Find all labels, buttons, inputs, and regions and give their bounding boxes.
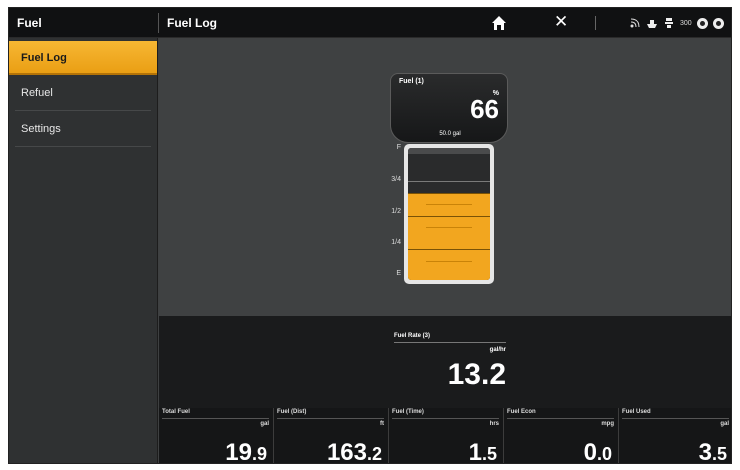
fuel-ridge [426, 260, 472, 262]
fuel-rate-panel: Fuel Rate (3) gal/hr 13.2 [159, 316, 731, 408]
fuel-rate-readout[interactable]: Fuel Rate (3) gal/hr 13.2 [394, 333, 506, 399]
gps-icon[interactable] [629, 17, 641, 29]
cell-total-fuel[interactable]: Total Fuel gal 19.9 [159, 408, 273, 464]
value-decimal: .5 [711, 444, 727, 464]
network-icon[interactable] [696, 17, 708, 29]
sidebar-item-fuel-log[interactable]: Fuel Log [9, 41, 157, 75]
value-decimal: .9 [251, 444, 267, 464]
sonar-icon[interactable] [663, 17, 675, 29]
status-bar: 300 [629, 16, 724, 30]
divider [507, 418, 614, 419]
fuel-segment-line [408, 192, 490, 194]
cell-unit: gal [720, 421, 729, 427]
cell-name: Fuel (Dist) [277, 409, 307, 415]
cell-fuel-econ[interactable]: Fuel Econ mpg 0.0 [503, 408, 618, 464]
top-bar: Fuel Fuel Log ✕ 300 [9, 8, 731, 38]
value-decimal: .5 [481, 444, 497, 464]
divider [158, 13, 159, 33]
cell-value: 3.5 [698, 439, 727, 464]
value-main: 1 [468, 439, 482, 464]
value-decimal: .0 [596, 444, 612, 464]
tank-mark-empty: E [396, 270, 401, 277]
divider [162, 418, 269, 419]
cell-fuel-time[interactable]: Fuel (Time) hrs 1.5 [388, 408, 503, 464]
fuel-ridge [426, 226, 472, 228]
boat-icon[interactable] [646, 17, 658, 29]
fuel-segment-line [408, 215, 490, 217]
value-main: 3 [698, 439, 712, 464]
fuel-gauge-readout[interactable]: Fuel (1) % 66 50.0 gal [390, 73, 508, 143]
cell-unit: ft [380, 421, 384, 427]
cell-name: Fuel Used [622, 409, 651, 415]
sidebar-item-settings[interactable]: Settings [15, 111, 151, 147]
tank-gloss [408, 148, 490, 154]
cell-unit: hrs [489, 421, 499, 427]
cell-unit: gal [260, 421, 269, 427]
fuel-tank-gauge [404, 144, 494, 284]
sidebar-item-refuel[interactable]: Refuel [15, 75, 151, 111]
fuel-rate-name: Fuel Rate (3) [394, 333, 506, 343]
fuel-rate-unit: gal/hr [489, 347, 506, 353]
gauge-value: 66 [470, 94, 499, 124]
divider [622, 418, 729, 419]
data-overlay-row: Total Fuel gal 19.9 Fuel (Dist) ft 163.2… [159, 408, 731, 464]
fuel-level-fill [408, 192, 490, 280]
tank-line [408, 181, 490, 182]
divider [595, 16, 596, 30]
cell-value: 0.0 [583, 439, 612, 464]
sidebar: Fuel Log Refuel Settings [9, 38, 158, 463]
tank-mark-half: 1/2 [391, 208, 401, 215]
cell-name: Fuel Econ [507, 409, 536, 415]
value-main: 0 [583, 439, 597, 464]
app-title: Fuel [17, 16, 42, 30]
home-icon[interactable] [491, 15, 507, 31]
tank-mark-three-quarter: 3/4 [391, 176, 401, 183]
fuel-gauge-panel: Fuel (1) % 66 50.0 gal F 3/4 1/2 1/4 E [159, 38, 731, 316]
value-main: 163 [326, 439, 367, 464]
gauge-name: Fuel (1) [399, 78, 424, 85]
cell-fuel-used[interactable]: Fuel Used gal 3.5 [618, 408, 731, 464]
cell-unit: mpg [601, 421, 614, 427]
cell-value: 19.9 [225, 439, 267, 464]
cell-value: 1.5 [468, 439, 497, 464]
fuel-rate-value: 13.2 [447, 358, 506, 391]
close-icon[interactable]: ✕ [554, 12, 568, 32]
tank-mark-quarter: 1/4 [391, 239, 401, 246]
alarm-icon[interactable] [712, 17, 724, 29]
gauge-capacity: 50.0 gal [439, 131, 461, 137]
cell-name: Total Fuel [162, 409, 190, 415]
fuel-segment-line [408, 248, 490, 250]
cell-name: Fuel (Time) [392, 409, 424, 415]
cell-value: 163.2 [326, 439, 382, 464]
value-main: 19 [225, 439, 252, 464]
fuel-ridge [426, 203, 472, 205]
tank-mark-full: F [396, 144, 401, 151]
divider [277, 418, 384, 419]
page-title: Fuel Log [167, 16, 217, 30]
network-badge: 300 [680, 19, 692, 27]
fuel-app-window: Fuel Fuel Log ✕ 300 Fuel Log Refuel Sett… [8, 7, 732, 464]
divider [392, 418, 499, 419]
cell-fuel-dist[interactable]: Fuel (Dist) ft 163.2 [273, 408, 388, 464]
value-decimal: .2 [366, 444, 382, 464]
fuel-tank-body [408, 148, 490, 280]
